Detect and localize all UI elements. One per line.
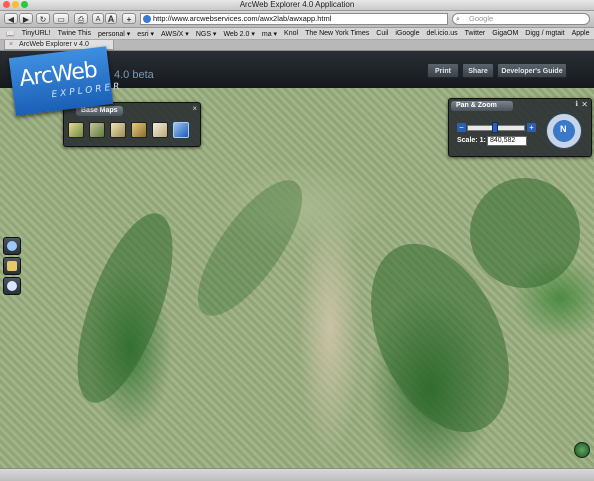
info-icon[interactable]: ℹ bbox=[575, 100, 578, 108]
bookmark-item[interactable]: NGS ▾ bbox=[196, 30, 217, 38]
esri-globe-icon bbox=[574, 442, 590, 458]
bookmark-item[interactable]: Cuil bbox=[376, 30, 388, 37]
close-icon[interactable]: × bbox=[192, 104, 197, 113]
base-maps-panel: Base Maps × bbox=[63, 102, 201, 147]
pan-zoom-title: Pan & Zoom bbox=[451, 101, 513, 111]
close-tab-icon[interactable]: × bbox=[9, 40, 13, 49]
bookmark-item[interactable]: The New York Times bbox=[305, 30, 369, 37]
share-button[interactable]: Share bbox=[462, 63, 494, 78]
forward-arrow-icon: ▶ bbox=[22, 15, 30, 24]
bookmark-item[interactable]: esri ▾ bbox=[137, 30, 154, 38]
map-terrain-shading bbox=[179, 165, 321, 331]
print-icon: ⎙ bbox=[77, 15, 85, 24]
layers-tool-button[interactable] bbox=[3, 257, 21, 275]
basemap-terrain-icon[interactable] bbox=[131, 122, 147, 138]
close-icon[interactable]: ✕ bbox=[581, 100, 588, 109]
basemap-shaded-relief-icon[interactable] bbox=[89, 122, 105, 138]
tab-label: ArcWeb Explorer v 4.0 bbox=[19, 41, 89, 48]
zoom-slider-thumb[interactable] bbox=[492, 122, 498, 133]
bookmark-item[interactable]: Web 2.0 ▾ bbox=[223, 30, 254, 38]
bookmark-item[interactable]: Knol bbox=[284, 30, 298, 37]
scale-input[interactable]: 840,582 bbox=[487, 136, 527, 146]
print-app-button[interactable]: Print bbox=[427, 63, 459, 78]
back-arrow-icon: ◀ bbox=[7, 15, 15, 24]
scale-label: Scale: 1: bbox=[457, 137, 486, 144]
reload-icon: ↻ bbox=[39, 15, 47, 24]
site-globe-icon bbox=[143, 15, 151, 23]
zoom-in-button[interactable]: + bbox=[527, 123, 536, 132]
window-title: ArcWeb Explorer 4.0 Application bbox=[239, 0, 355, 9]
webclip-icon: ▭ bbox=[57, 15, 65, 24]
identify-tool-button[interactable] bbox=[3, 237, 21, 255]
forward-button[interactable]: ▶ bbox=[19, 13, 33, 24]
search-icon: ⌕ bbox=[456, 16, 460, 23]
bookmark-item[interactable]: Apple bbox=[572, 30, 590, 37]
search-tool-icon bbox=[7, 281, 17, 291]
version-label: 4.0 beta bbox=[114, 69, 154, 81]
bookmark-item[interactable]: Twitter bbox=[465, 30, 486, 37]
back-button[interactable]: ◀ bbox=[4, 13, 18, 24]
bookmark-item[interactable]: iGoogle bbox=[395, 30, 419, 37]
add-bookmark-button[interactable]: + bbox=[122, 13, 136, 24]
basemap-topographic-icon[interactable] bbox=[68, 122, 84, 138]
browser-status-bar bbox=[0, 468, 594, 481]
map-terrain-shading bbox=[470, 178, 580, 288]
text-larger-button[interactable]: A bbox=[105, 13, 117, 24]
address-url: http://www.arcwebservices.com/awx2lab/aw… bbox=[153, 14, 332, 23]
bookmarks-book-icon[interactable]: 📖 bbox=[6, 30, 15, 38]
layers-tool-icon bbox=[7, 261, 17, 271]
search-tool-button[interactable] bbox=[3, 277, 21, 295]
pan-zoom-panel: Pan & Zoom ✕ ℹ − + Scale: 1: 840,582 N bbox=[448, 98, 592, 157]
browser-toolbar: ◀ ▶ ↻ ▭ ⎙ A A + http://www.arcwebservice… bbox=[0, 11, 594, 28]
webclip-button[interactable]: ▭ bbox=[53, 13, 69, 24]
compass-pan-control[interactable]: N bbox=[546, 113, 582, 149]
zoom-out-button[interactable]: − bbox=[457, 123, 466, 132]
bookmark-item[interactable]: del.icio.us bbox=[426, 30, 457, 37]
bookmark-item[interactable]: personal ▾ bbox=[98, 30, 130, 38]
zoom-window-icon[interactable] bbox=[21, 1, 28, 8]
bookmark-item[interactable]: Twine This bbox=[58, 30, 91, 37]
bookmarks-bar: 📖 TinyURL! Twine This personal ▾ esri ▾ … bbox=[0, 28, 594, 40]
minimize-window-icon[interactable] bbox=[12, 1, 19, 8]
map-canvas[interactable]: Base Maps × Pan & Zoom ✕ ℹ − + Scale: 1:… bbox=[0, 88, 594, 468]
window-controls bbox=[3, 1, 28, 8]
bookmark-item[interactable]: ma ▾ bbox=[262, 30, 277, 38]
bookmark-item[interactable]: GigaOM bbox=[492, 30, 518, 37]
bookmark-item[interactable]: Digg / mgtait bbox=[525, 30, 564, 37]
close-window-icon[interactable] bbox=[3, 1, 10, 8]
basemap-street-icon[interactable] bbox=[110, 122, 126, 138]
basemap-landmarks-icon[interactable] bbox=[152, 122, 168, 138]
bookmark-item[interactable]: AWS/X ▾ bbox=[161, 30, 189, 38]
arcweb-explorer-logo: ArcWeb EXPLORER bbox=[8, 46, 123, 116]
address-bar[interactable]: http://www.arcwebservices.com/awx2lab/aw… bbox=[140, 13, 448, 25]
basemap-hybrid-icon[interactable] bbox=[173, 122, 189, 138]
reload-button[interactable]: ↻ bbox=[36, 13, 50, 24]
window-title-bar: ArcWeb Explorer 4.0 Application bbox=[0, 0, 594, 11]
search-placeholder: Google bbox=[469, 14, 494, 23]
developers-guide-button[interactable]: Developer's Guide bbox=[497, 63, 567, 78]
map-terrain-shading bbox=[57, 202, 193, 414]
identify-tool-icon bbox=[7, 241, 17, 251]
bookmark-item[interactable]: TinyURL! bbox=[22, 30, 51, 37]
compass-north-label: N bbox=[560, 124, 567, 134]
search-field[interactable]: ⌕ Google bbox=[452, 13, 590, 25]
print-button[interactable]: ⎙ bbox=[74, 13, 88, 24]
text-smaller-button[interactable]: A bbox=[92, 13, 104, 24]
